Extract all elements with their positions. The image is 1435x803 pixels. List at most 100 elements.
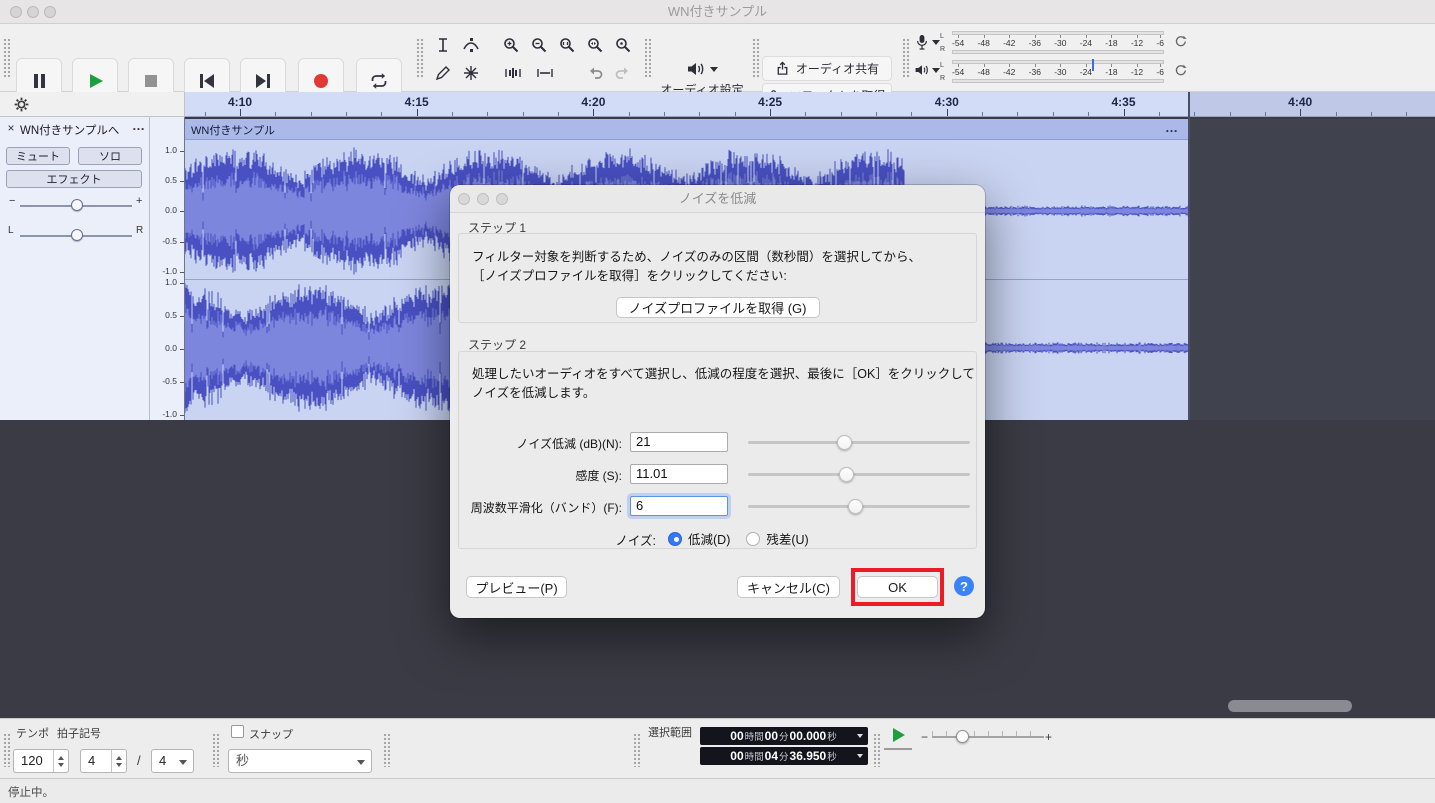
draw-tool-button[interactable] xyxy=(430,60,456,86)
zoom-out-button[interactable] xyxy=(526,32,552,58)
timeline-label: 4:30 xyxy=(935,95,959,109)
toolbar-grip[interactable] xyxy=(383,733,391,767)
spinner-arrows[interactable] xyxy=(53,750,68,772)
amplitude-ruler[interactable]: 1.00.50.0-0.5-1.01.00.50.0-0.5-1.0 xyxy=(150,117,185,420)
slider-track xyxy=(748,441,970,444)
gear-icon[interactable] xyxy=(13,96,30,113)
meter-options-icon[interactable] xyxy=(1174,35,1187,48)
help-button[interactable]: ? xyxy=(954,576,974,596)
field-input[interactable]: 11.01 xyxy=(630,464,728,484)
meter-options-icon[interactable] xyxy=(1174,64,1187,77)
radio-option[interactable]: 残差(U) xyxy=(746,529,808,548)
gain-slider-thumb[interactable] xyxy=(71,199,83,211)
field-slider[interactable] xyxy=(740,498,970,514)
record-meter[interactable]: -54-48-42-36-30-24-18-12-6 xyxy=(952,31,1164,55)
track-empty-right[interactable] xyxy=(1190,119,1435,420)
radio-unselected-icon[interactable] xyxy=(746,532,760,546)
silence-audio-button[interactable] xyxy=(532,60,558,86)
toolbar-grip[interactable] xyxy=(212,733,220,767)
field-input[interactable]: 21 xyxy=(630,432,728,452)
share-audio-button[interactable]: オーディオ共有 xyxy=(762,56,892,81)
undo-button[interactable] xyxy=(582,60,608,86)
toolbar-grip[interactable] xyxy=(752,38,760,78)
snap-format-combo[interactable]: 秒 xyxy=(228,749,372,773)
get-noise-profile-button[interactable]: ノイズプロファイルを取得 (G) xyxy=(616,297,820,318)
clip-menu-button[interactable]: … xyxy=(1165,120,1178,135)
meter-channel-label: R xyxy=(940,75,950,82)
field-label: ノイズ低減 (dB)(N): xyxy=(458,435,622,452)
share-icon xyxy=(775,61,790,76)
play-icon xyxy=(84,70,106,92)
envelope-tool-button[interactable] xyxy=(458,32,484,58)
timeline-ruler[interactable]: 4:104:154:204:254:304:354:40 xyxy=(185,92,1435,117)
field-slider[interactable] xyxy=(740,434,970,450)
toolbar-grip[interactable] xyxy=(416,38,424,78)
play-at-speed-button[interactable] xyxy=(884,722,912,750)
toolbar-grip[interactable] xyxy=(3,733,11,767)
toolbar-grip[interactable] xyxy=(633,733,641,767)
pan-left-label: L xyxy=(8,225,14,236)
zoom-toggle-button[interactable] xyxy=(610,32,636,58)
zoom-in-button[interactable] xyxy=(498,32,524,58)
toolbar-grip[interactable] xyxy=(644,38,652,78)
cancel-button[interactable]: キャンセル(C) xyxy=(737,576,840,598)
clip-header[interactable]: WN付きサンプル … xyxy=(185,119,1190,140)
slider-track xyxy=(748,473,970,476)
timeline-tick xyxy=(311,112,312,116)
tempo-label: テンポ xyxy=(16,725,49,741)
field-slider[interactable] xyxy=(740,466,970,482)
zoom-fit-project-button[interactable] xyxy=(582,32,608,58)
timesig-upper-spinner[interactable]: 4 xyxy=(80,749,127,773)
radio-option[interactable]: 低減(D) xyxy=(668,529,730,548)
timeline-tick xyxy=(1159,112,1160,116)
radio-selected-icon[interactable] xyxy=(668,532,682,546)
selection-start-display[interactable]: 00時間00分00.000秒 xyxy=(700,727,868,745)
timesig-lower-combo[interactable]: 4 xyxy=(151,749,194,773)
snap-checkbox[interactable] xyxy=(231,725,244,738)
playback-meter[interactable]: -54-48-42-36-30-24-18-12-6 xyxy=(952,60,1164,84)
meter-scale-number: -48 xyxy=(978,67,990,77)
toolbar-grip[interactable] xyxy=(902,38,910,78)
effects-button[interactable]: エフェクト xyxy=(6,170,142,188)
slider-thumb[interactable] xyxy=(837,435,852,450)
redo-button[interactable] xyxy=(610,60,636,86)
multi-tool-button[interactable] xyxy=(458,60,484,86)
speed-slider-thumb[interactable] xyxy=(956,730,969,743)
horizontal-scrollbar-thumb[interactable] xyxy=(1228,700,1352,712)
slider-thumb[interactable] xyxy=(839,467,854,482)
meter-scale: -54-48-42-36-30-24-18-12-6 xyxy=(952,67,1164,77)
dialog-titlebar[interactable]: ノイズを低減 xyxy=(450,185,985,213)
selection-end-display[interactable]: 00時間04分36.950秒 xyxy=(700,747,868,765)
toolbar-grip[interactable] xyxy=(3,38,11,78)
step1-text-line1: フィルター対象を判断するため、ノイズのみの区間（数秒間）を選択してから、 xyxy=(472,246,921,265)
trim-audio-button[interactable] xyxy=(500,60,526,86)
time-digits: 36.950 xyxy=(790,749,827,763)
close-track-button[interactable]: × xyxy=(4,121,18,135)
track-name[interactable]: WN付きサンプルへ xyxy=(20,122,130,138)
slider-thumb[interactable] xyxy=(848,499,863,514)
preview-button[interactable]: プレビュー(P) xyxy=(466,576,567,598)
zoom-selection-button[interactable] xyxy=(554,32,580,58)
amplitude-scale-label: -1.0 xyxy=(151,266,177,277)
spinner-arrows[interactable] xyxy=(111,750,126,772)
field-input[interactable]: 6 xyxy=(630,496,728,516)
amplitude-scale-tick xyxy=(180,151,184,152)
pause-icon xyxy=(28,70,50,92)
meter-scale-number: -30 xyxy=(1054,38,1066,48)
timeline-label: 4:10 xyxy=(228,95,252,109)
time-digits: 04 xyxy=(765,749,778,763)
timeline-tick xyxy=(381,112,382,116)
track-menu-button[interactable]: … xyxy=(132,118,145,133)
meter-bar-right xyxy=(952,79,1164,83)
skip-to-end-icon xyxy=(252,70,274,92)
toolbar-grip[interactable] xyxy=(873,733,881,767)
tempo-spinner[interactable]: 120 xyxy=(13,749,69,773)
meter-scale-number: -54 xyxy=(952,38,964,48)
mute-button[interactable]: ミュート xyxy=(6,147,70,165)
time-digits: 00 xyxy=(765,729,778,743)
selection-tool-button[interactable] xyxy=(430,32,456,58)
solo-button[interactable]: ソロ xyxy=(78,147,142,165)
time-unit: 分 xyxy=(779,729,789,743)
down-arrow-icon xyxy=(58,763,64,767)
pan-slider-thumb[interactable] xyxy=(71,229,83,241)
